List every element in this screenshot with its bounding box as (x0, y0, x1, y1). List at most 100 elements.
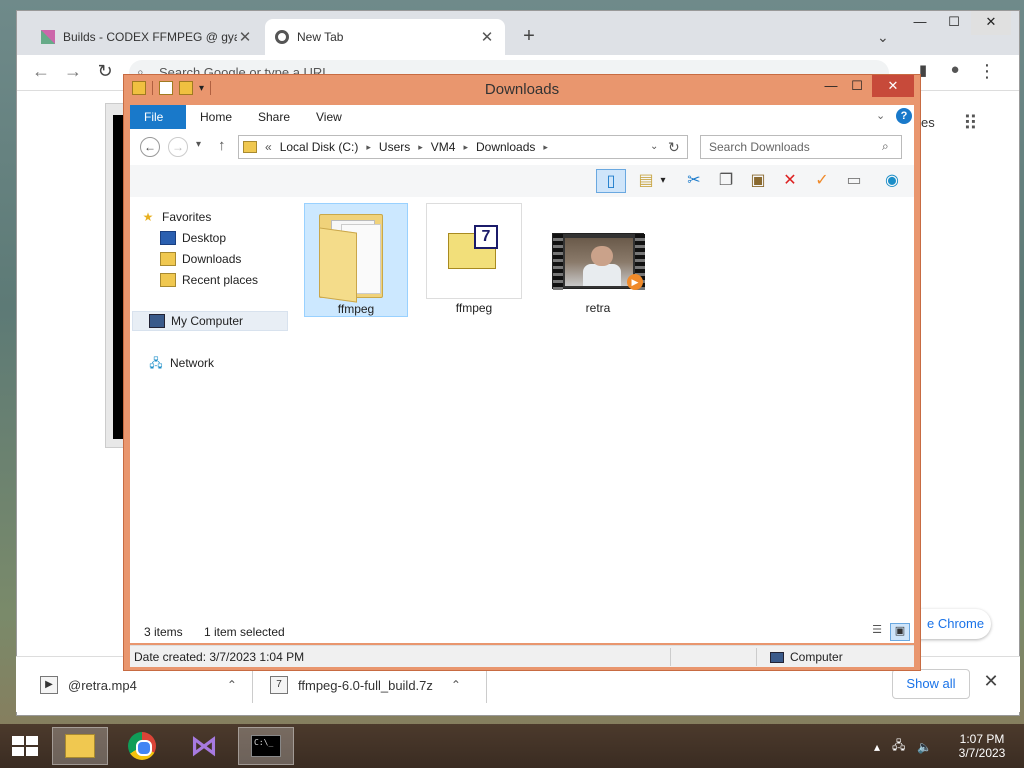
download-item-ffmpeg-7z[interactable]: 7 ffmpeg-6.0-full_build.7z ⌃ (270, 667, 461, 703)
details-bar: Date created: 3/7/2023 1:04 PM Computer (130, 645, 914, 667)
close-icon[interactable]: ✕ (872, 75, 914, 97)
forward-arrow-icon[interactable]: → (61, 61, 85, 82)
address-dropdown-icon[interactable]: ⌄ (650, 141, 658, 152)
person-head (591, 246, 613, 266)
clock-time: 1:07 PM (959, 732, 1005, 746)
search-input[interactable]: Search Downloads (700, 135, 902, 159)
chevron-right-icon[interactable]: ▸ (463, 142, 468, 153)
apps-grid-icon[interactable]: ⠿ (963, 111, 978, 136)
show-hidden-icons-icon[interactable]: ▴ (874, 740, 880, 754)
taskbar-command-prompt[interactable]: C:\_ (238, 727, 294, 765)
folder-icon (243, 141, 257, 153)
tab-builds-codex-ffmpeg[interactable]: Builds - CODEX FFMPEG @ gyan.dev ✕ (31, 19, 263, 55)
network-icon[interactable]: 🖧 (892, 736, 905, 757)
volume-icon[interactable]: 🔈 (917, 740, 932, 754)
minimize-icon[interactable]: — (903, 11, 937, 35)
chrome-menu-icon[interactable]: ⋮ (975, 61, 999, 82)
chevron-up-icon[interactable]: ⌃ (227, 678, 237, 692)
reload-icon[interactable]: ↻ (93, 61, 117, 82)
cut-icon[interactable]: ✂ (682, 169, 706, 193)
file-item-ffmpeg-folder[interactable]: ffmpeg (304, 203, 408, 317)
chevron-right-icon[interactable]: ▸ (418, 142, 423, 153)
chevron-up-icon[interactable]: ⌃ (451, 678, 461, 692)
maximize-icon[interactable]: ☐ (844, 75, 870, 97)
ribbon-tabs: File Home Share View ⌄ ? (130, 105, 914, 129)
tab-file[interactable]: File (130, 105, 186, 129)
refresh-icon[interactable]: ↻ (668, 139, 680, 156)
nav-desktop[interactable]: Desktop (160, 228, 226, 248)
download-item-retra[interactable]: ▶ @retra.mp4 ⌃ (40, 667, 237, 703)
globe-icon[interactable]: ◉ (880, 169, 904, 193)
close-icon[interactable]: ✕ (971, 11, 1011, 35)
new-tab-button[interactable]: + (517, 25, 541, 48)
close-tab-icon[interactable]: ✕ (237, 28, 253, 46)
taskbar-google-chrome[interactable] (114, 727, 170, 765)
command-prompt-icon: C:\_ (251, 735, 281, 757)
file-item-retra-video[interactable]: ▶ retra (550, 203, 646, 317)
taskbar-file-explorer[interactable] (52, 727, 108, 765)
checkmark-icon[interactable]: ✓ (810, 169, 834, 193)
chevron-right-icon[interactable]: ▸ (543, 142, 548, 153)
downloads-folder-icon (160, 252, 176, 266)
back-arrow-icon[interactable]: ← (29, 61, 53, 82)
details-view-icon[interactable]: ☰ (868, 623, 886, 641)
profile-avatar-icon[interactable]: ● (943, 61, 967, 78)
show-all-button[interactable]: Show all (892, 669, 970, 699)
close-tab-icon[interactable]: ✕ (479, 28, 495, 46)
tab-view[interactable]: View (302, 105, 356, 129)
file-name: ffmpeg (455, 301, 493, 315)
address-bar[interactable]: « Local Disk (C:) ▸ Users ▸ VM4 ▸ Downlo… (238, 135, 688, 159)
breadcrumb-overflow[interactable]: « (265, 140, 272, 154)
rename-icon[interactable]: ▭ (842, 169, 866, 193)
file-name: retra (585, 301, 611, 315)
forward-arrow-icon[interactable]: → (168, 137, 188, 157)
archive-file-icon: 7 (270, 676, 288, 694)
video-frame-image (565, 238, 633, 286)
up-arrow-icon[interactable]: ↑ (218, 137, 226, 154)
recent-locations-chevron-icon[interactable]: ▾ (196, 139, 201, 150)
person-figure (583, 264, 621, 286)
chevron-right-icon[interactable]: ▸ (366, 142, 371, 153)
explorer-title-bar[interactable]: ▾ Downloads — ☐ ✕ (124, 75, 920, 105)
divider (756, 648, 757, 666)
copy-icon[interactable]: ❐ (714, 169, 738, 193)
network-icon: 🖧 (149, 356, 163, 370)
file-name: ffmpeg (337, 302, 375, 316)
nav-my-computer[interactable]: My Computer (132, 311, 288, 331)
delete-icon[interactable]: ✕ (778, 169, 802, 193)
checkbox-folder-icon[interactable]: ▤ (634, 169, 658, 193)
nav-network[interactable]: 🖧 Network (148, 353, 214, 373)
tab-search-chevron-icon[interactable]: ⌄ (877, 29, 889, 46)
breadcrumb-vm4[interactable]: VM4 (431, 140, 456, 154)
file-item-ffmpeg-7z[interactable]: 7 ffmpeg (426, 203, 522, 317)
chrome-icon (128, 732, 156, 760)
selection-count: 1 item selected (204, 625, 285, 639)
large-icons-view-icon[interactable]: ▣ (890, 623, 910, 641)
download-filename: @retra.mp4 (68, 677, 137, 693)
nav-recent-places[interactable]: Recent places (160, 270, 258, 290)
tab-share[interactable]: Share (244, 105, 304, 129)
clock[interactable]: 1:07 PM 3/7/2023 (950, 732, 1014, 760)
tab-label: Builds - CODEX FFMPEG @ gyan.dev (63, 30, 237, 44)
nav-downloads[interactable]: Downloads (160, 249, 241, 269)
chevron-down-icon[interactable]: ▾ (656, 169, 670, 193)
back-arrow-icon[interactable]: ← (140, 137, 160, 157)
nav-favorites[interactable]: ★ Favorites (140, 207, 212, 227)
tab-home[interactable]: Home (186, 105, 246, 129)
file-explorer-icon (65, 734, 95, 758)
taskbar-visual-studio[interactable]: ⋈ (176, 727, 232, 765)
chevron-down-icon[interactable]: ⌄ (876, 109, 885, 122)
paste-icon[interactable]: ▣ (746, 169, 770, 193)
breadcrumb-downloads[interactable]: Downloads (476, 140, 535, 154)
minimize-icon[interactable]: — (818, 75, 844, 97)
help-icon[interactable]: ? (896, 108, 912, 124)
windows-start-icon[interactable] (6, 730, 38, 762)
close-download-shelf-icon[interactable]: ✕ (980, 671, 1002, 692)
tab-new-tab[interactable]: New Tab ✕ (265, 19, 505, 55)
breadcrumb-local-disk[interactable]: Local Disk (C:) (280, 140, 359, 154)
breadcrumb-users[interactable]: Users (379, 140, 410, 154)
star-icon: ★ (142, 210, 154, 224)
preview-pane-icon[interactable]: ▯ (596, 169, 626, 193)
maximize-icon[interactable]: ☐ (937, 11, 971, 35)
search-icon[interactable]: ⌕ (882, 139, 889, 154)
